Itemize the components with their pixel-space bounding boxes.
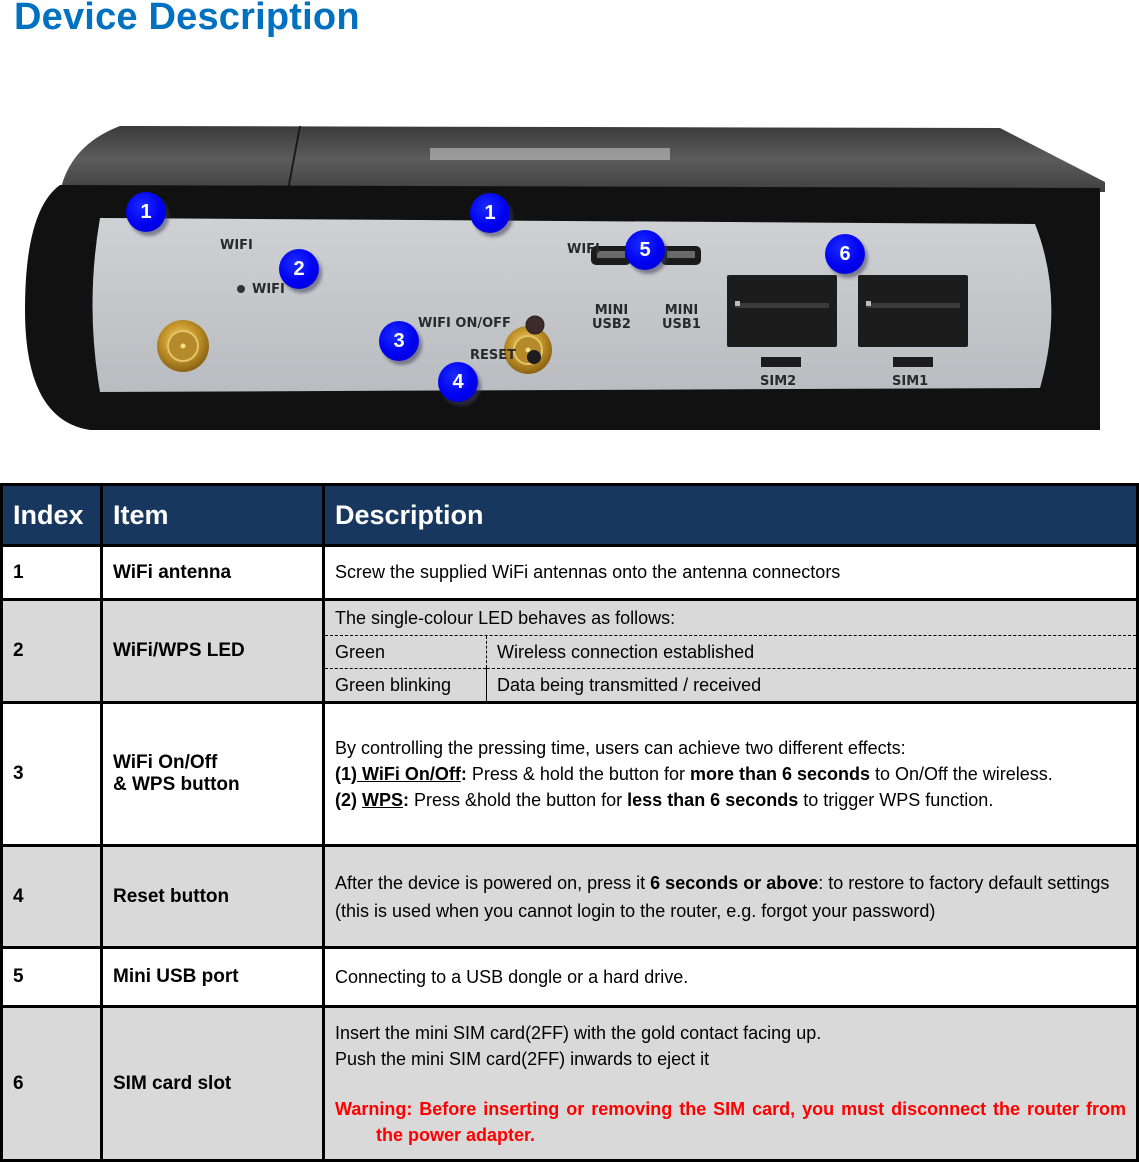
row-item: WiFi antenna [100, 544, 325, 601]
table-row: 1 WiFi antenna Screw the supplied WiFi a… [0, 544, 1139, 601]
row-item: WiFi On/Off & WPS button [100, 701, 325, 847]
row-description: The single-colour LED behaves as follows… [322, 598, 1139, 704]
table-row: 6 SIM card slot Insert the mini SIM card… [0, 1005, 1139, 1162]
effect-duration: more than 6 seconds [689, 764, 871, 784]
device-description-table: Index Item Description 1 WiFi antenna Sc… [0, 483, 1139, 1162]
label-sim2: SIM2 [760, 374, 797, 389]
reset-text: After the device is powered on, press it [335, 872, 651, 893]
row-item-line1: WiFi On/Off [113, 752, 218, 773]
led-meaning: Data being transmitted / received [486, 668, 1136, 701]
effect-text: to trigger WPS function. [798, 790, 994, 810]
effect-number: (2) [335, 790, 362, 810]
effect-name: WiFi On/Off [357, 764, 461, 784]
effect-wps: (2) WPS: Press &hold the button for less… [335, 787, 1126, 813]
table-header-row: Index Item Description [0, 483, 1139, 547]
row-index: 5 [0, 946, 103, 1008]
led-meaning: Wireless connection established [486, 636, 1136, 669]
table-row: 4 Reset button After the device is power… [0, 844, 1139, 949]
led-state-table: Green Wireless connection established Gr… [325, 636, 1136, 701]
sim-insert-text: Insert the mini SIM card(2FF) with the g… [335, 1022, 822, 1043]
label-wifi-antenna-right: WIFI [567, 242, 600, 257]
callout-4-reset: 4 [438, 362, 478, 402]
row-item: SIM card slot [100, 1005, 325, 1162]
row-index: 4 [0, 844, 103, 949]
callout-1-antenna-left: 1 [126, 192, 166, 232]
row-description: After the device is powered on, press it… [322, 844, 1139, 949]
callout-1-antenna-right: 1 [470, 193, 510, 233]
row-description: By controlling the pressing time, users … [322, 701, 1139, 847]
button-intro-text: By controlling the pressing time, users … [335, 738, 906, 758]
label-mini-usb1: MINI USB1 [662, 303, 701, 332]
table-row: 2 WiFi/WPS LED The single-colour LED beh… [0, 598, 1139, 704]
sim-warning-text: Warning: Before inserting or removing th… [335, 1098, 1126, 1145]
led-intro-text: The single-colour LED behaves as follows… [325, 601, 1136, 636]
callout-3-wifi-onoff: 3 [379, 321, 419, 361]
effect-number: (1) [335, 764, 357, 784]
row-description: Connecting to a USB dongle or a hard dri… [322, 946, 1139, 1008]
brand-logo [430, 148, 670, 160]
wifi-onoff-button [525, 315, 545, 335]
callout-6-sim-slots: 6 [825, 234, 865, 274]
row-index: 1 [0, 544, 103, 601]
effect-name: WPS [362, 790, 404, 810]
sim-eject-text: Push the mini SIM card(2FF) inwards to e… [335, 1048, 710, 1069]
router-front-panel-image: WIFI WIFI WIFI WIFI ON/OFF RESET MINI US… [0, 100, 1139, 445]
row-item-line2: & WPS button [113, 774, 240, 795]
router-illustration [25, 125, 1105, 430]
label-mini-usb2: MINI USB2 [592, 303, 631, 332]
reset-description: After the device is powered on, press it… [335, 869, 1126, 925]
sim1-slot [858, 275, 968, 347]
header-description: Description [322, 483, 1139, 547]
effect-wifi-onoff: (1) WiFi On/Off: Press & hold the button… [335, 761, 1126, 787]
effect-text: Press &hold the button for [409, 790, 628, 810]
table-row: 3 WiFi On/Off & WPS button By controllin… [0, 701, 1139, 847]
effect-text: Press & hold the button for [466, 764, 690, 784]
wifi-antenna-connector-left [157, 320, 209, 372]
led-state-row: Green Wireless connection established [325, 636, 1136, 669]
callout-2-wifi-led: 2 [279, 249, 319, 289]
reset-button [527, 350, 541, 364]
label-wifi-antenna-left: WIFI [220, 238, 253, 253]
wifi-led [237, 285, 245, 293]
row-item: WiFi/WPS LED [100, 598, 325, 704]
label-sim1: SIM1 [892, 374, 929, 389]
label-reset: RESET [470, 348, 517, 363]
table-row: 5 Mini USB port Connecting to a USB dong… [0, 946, 1139, 1008]
reset-duration: 6 seconds or above [650, 872, 819, 893]
led-state: Green [325, 636, 487, 669]
header-item: Item [100, 483, 325, 547]
row-index: 3 [0, 701, 103, 847]
header-index: Index [0, 483, 103, 547]
row-index: 2 [0, 598, 103, 704]
callout-5-mini-usb: 5 [625, 230, 665, 270]
led-state: Green blinking [325, 668, 487, 701]
label-wifi-led: WIFI [252, 282, 285, 297]
row-description: Screw the supplied WiFi antennas onto th… [322, 544, 1139, 601]
effect-text: to On/Off the wireless. [870, 764, 1053, 784]
row-item: Mini USB port [100, 946, 325, 1008]
sim2-slot [727, 275, 837, 347]
label-wifi-onoff: WIFI ON/OFF [418, 316, 511, 331]
row-description: Insert the mini SIM card(2FF) with the g… [322, 1005, 1139, 1162]
row-item: Reset button [100, 844, 325, 949]
page-title: Device Description [14, 0, 360, 38]
row-index: 6 [0, 1005, 103, 1162]
led-state-row: Green blinking Data being transmitted / … [325, 668, 1136, 701]
effect-duration: less than 6 seconds [627, 790, 799, 810]
